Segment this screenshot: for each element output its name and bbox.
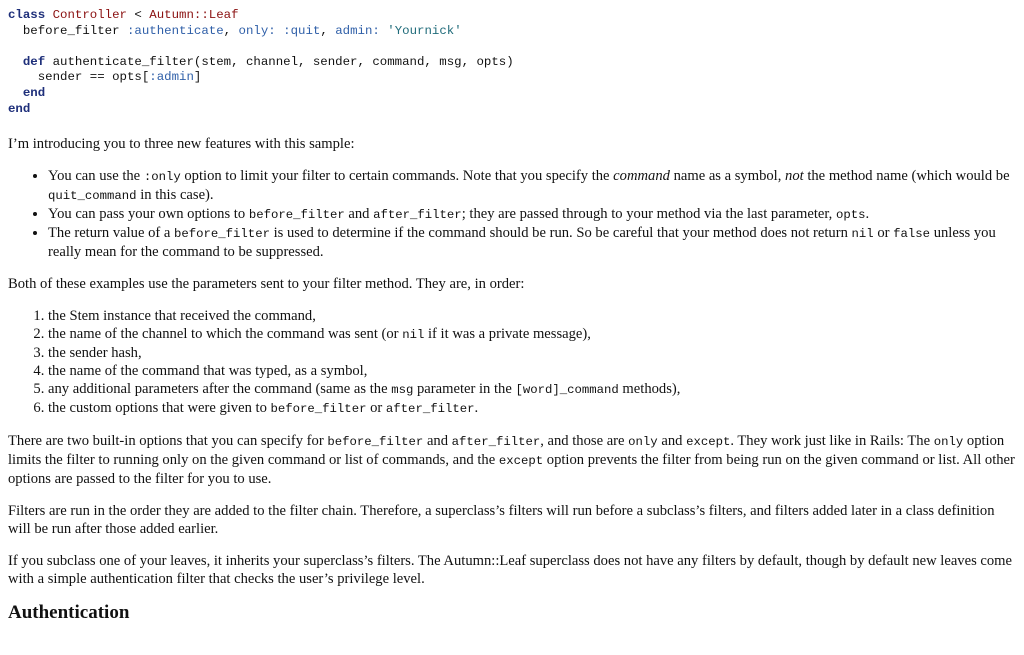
- code-string: 'Yournick': [387, 23, 462, 38]
- inline-code: :only: [143, 170, 181, 185]
- inline-code: nil: [402, 328, 425, 343]
- inline-code: false: [893, 227, 931, 242]
- intro-paragraph: I’m introducing you to three new feature…: [8, 136, 355, 153]
- inline-code: after_filter: [373, 208, 462, 223]
- builtin-options-paragraph: There are two built-in options that you …: [8, 433, 1015, 488]
- filter-order-paragraph: Filters are run in the order they are ad…: [8, 503, 995, 538]
- inline-code: after_filter: [385, 402, 475, 417]
- list-item: You can use the :only option to limit yo…: [48, 167, 1016, 205]
- code-operator: <: [134, 8, 142, 22]
- inline-code: msg: [391, 383, 414, 398]
- inline-code: except: [686, 435, 731, 450]
- features-list: You can use the :only option to limit yo…: [8, 167, 1016, 261]
- list-item: the sender hash,: [48, 344, 1016, 362]
- code-key: admin:: [335, 23, 380, 38]
- code-method-signature: authenticate_filter(stem, channel, sende…: [52, 54, 514, 69]
- list-item: the name of the channel to which the com…: [48, 325, 1016, 344]
- code-keyword: end: [8, 101, 31, 116]
- code-symbol: :quit: [283, 23, 321, 38]
- inline-code: before_filter: [270, 402, 367, 417]
- code-keyword: end: [22, 85, 46, 100]
- code-method-call: before_filter: [22, 23, 120, 38]
- inline-code: except: [498, 454, 544, 469]
- code-class-name: Controller: [52, 8, 127, 22]
- params-intro-paragraph: Both of these examples use the parameter…: [8, 276, 525, 293]
- list-item: the custom options that were given to be…: [48, 399, 1016, 418]
- parameters-list: the Stem instance that received the comm…: [8, 307, 1016, 418]
- inline-code: [word]_command: [515, 383, 619, 398]
- code-key: only:: [238, 23, 276, 38]
- list-item: the name of the command that was typed, …: [48, 362, 1016, 380]
- inline-code: quit_command: [48, 189, 137, 204]
- code-keyword: def: [22, 54, 46, 69]
- inline-code: only: [933, 435, 964, 450]
- inline-code: before_filter: [174, 227, 270, 242]
- inline-code: before_filter: [327, 435, 424, 450]
- list-item: You can pass your own options to before_…: [48, 205, 1016, 224]
- section-heading: Authentication: [8, 602, 130, 624]
- inline-code: after_filter: [451, 435, 541, 450]
- inline-code: only: [628, 435, 658, 450]
- inline-code: opts: [835, 208, 866, 223]
- code-expression: sender == opts[: [37, 70, 150, 85]
- list-item: any additional parameters after the comm…: [48, 380, 1016, 399]
- list-item: the Stem instance that received the comm…: [48, 307, 1016, 325]
- code-symbol: :admin: [149, 70, 194, 85]
- code-bracket: ]: [193, 70, 202, 85]
- subclass-paragraph: If you subclass one of your leaves, it i…: [8, 553, 1013, 588]
- documentation-page: class Controller < Autumn::Leaf before_f…: [0, 0, 1024, 624]
- code-keyword: class: [8, 8, 46, 22]
- inline-code: before_filter: [248, 208, 345, 223]
- code-sample: class Controller < Autumn::Leaf before_f…: [8, 8, 514, 116]
- inline-code: nil: [851, 227, 874, 242]
- code-symbol: :authenticate: [126, 23, 224, 38]
- list-item: The return value of a before_filter is u…: [48, 224, 1016, 261]
- code-parent-class: Autumn::Leaf: [149, 8, 239, 22]
